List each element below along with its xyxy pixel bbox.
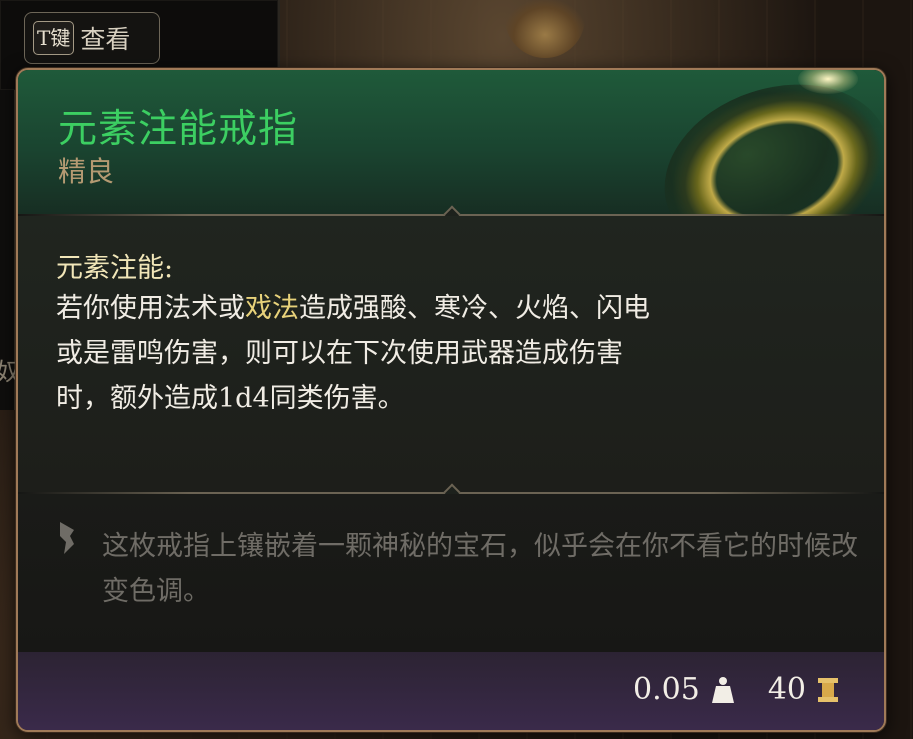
item-weight: 0.05 [633, 672, 700, 707]
tooltip-body: 元素注能: 若你使用法术或戏法造成强酸、寒冷、火焰、闪电或是雷鸣伤害，则可以在下… [18, 216, 884, 492]
ring-glow [798, 70, 858, 94]
flavor-section: 这枚戒指上镶嵌着一颗神秘的宝石，似乎会在你不看它的时候改变色调。 [18, 494, 884, 652]
weight-icon [711, 676, 734, 703]
tooltip-header: 元素注能戒指 精良 [18, 70, 884, 286]
item-rarity: 精良 [58, 155, 115, 188]
quill-icon [60, 522, 74, 554]
gold-icon [818, 677, 838, 702]
view-button-label: 查看 [80, 25, 131, 54]
flavor-text: 这枚戒指上镶嵌着一颗神秘的宝石，似乎会在你不看它的时候改变色调。 [102, 531, 858, 607]
item-tooltip: 元素注能戒指 精良 元素注能: 若你使用法术或戏法造成强酸、寒冷、火焰、闪电或是… [16, 68, 886, 732]
item-value: 40 [767, 672, 806, 707]
hotkey-badge: T键 [33, 21, 75, 55]
background-vase [505, 0, 585, 58]
background-side-panel: 奴 [0, 90, 20, 410]
item-stats: 0.05 40 [633, 672, 840, 707]
description-keyword-cantrip[interactable]: 戏法 [245, 293, 299, 324]
passive-description: 若你使用法术或戏法造成强酸、寒冷、火焰、闪电或是雷鸣伤害，则可以在下次使用武器造… [56, 286, 656, 421]
tooltip-footer: 0.05 40 [18, 652, 884, 730]
passive-name: 元素注能: [56, 253, 174, 284]
view-button[interactable]: T键 查看 [24, 12, 160, 64]
description-part: 若你使用法术或 [56, 293, 245, 324]
item-name: 元素注能戒指 [58, 107, 299, 152]
